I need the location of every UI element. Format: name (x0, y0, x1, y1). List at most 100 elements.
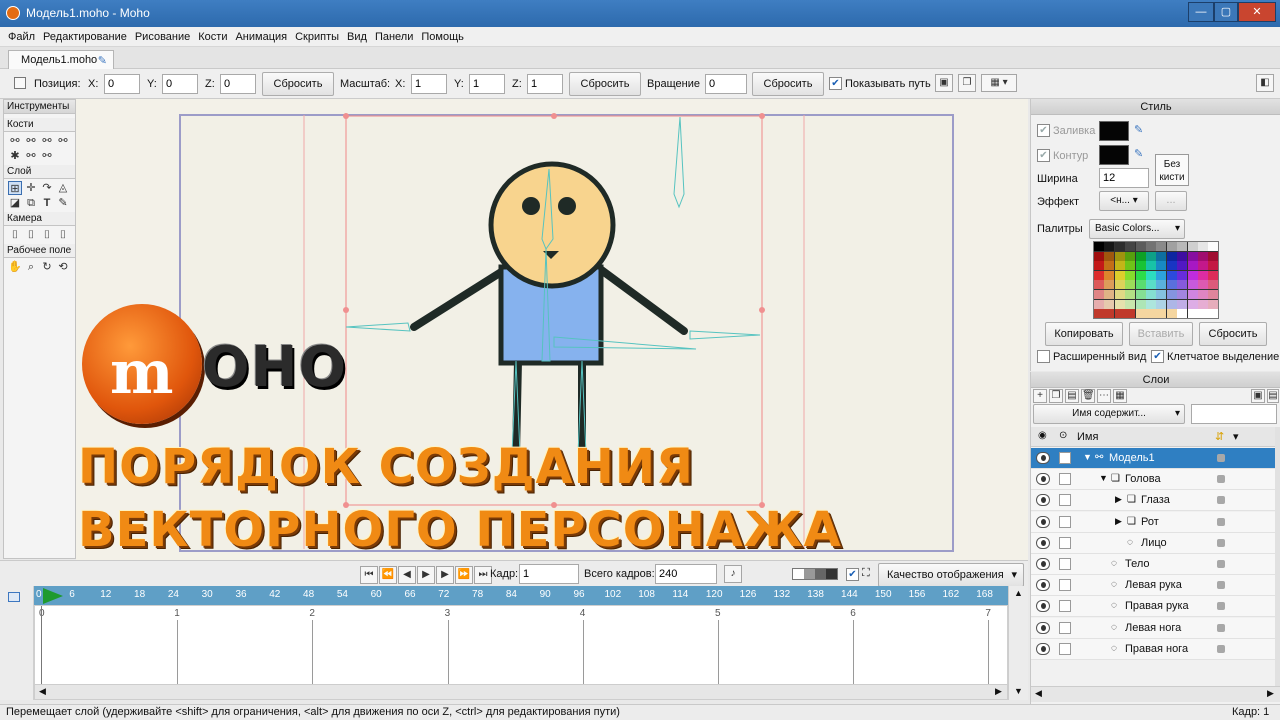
display-quality-dropdown[interactable]: Качество отображения ▾ (878, 563, 1024, 587)
play-icon[interactable]: ▶ (417, 566, 435, 584)
palette-swatch[interactable] (1125, 290, 1136, 299)
menu-item[interactable]: Панели (371, 28, 417, 46)
onion-skin-icon[interactable] (792, 568, 838, 580)
menu-item[interactable]: Редактирование (39, 28, 131, 46)
palette-swatch[interactable] (1104, 270, 1115, 280)
palette-swatch[interactable] (1177, 242, 1188, 251)
layer-row[interactable]: ▼ ⚯ Модель1 (1031, 448, 1275, 469)
palette-swatch[interactable] (1198, 261, 1208, 271)
palette-swatch[interactable] (1166, 242, 1177, 251)
layer-panel-options-icon[interactable]: ▤ (1267, 389, 1279, 403)
eye-icon[interactable] (1036, 558, 1050, 570)
channel-toggle-icon[interactable] (8, 592, 20, 602)
palette-swatch[interactable] (1104, 261, 1115, 271)
layer-skew-icon[interactable]: ⧉ (24, 196, 38, 210)
palette-swatch[interactable] (1208, 290, 1219, 299)
layer-lock-checkbox[interactable] (1059, 536, 1071, 549)
palette-swatch[interactable] (1135, 242, 1146, 251)
advanced-view-checkbox[interactable] (1037, 350, 1050, 363)
palette-swatch[interactable] (1187, 309, 1198, 319)
reset-rotation-button[interactable]: Сбросить (752, 72, 824, 96)
palette-swatch[interactable] (1114, 280, 1125, 290)
bbox-handle[interactable] (551, 113, 557, 119)
layer-panel-menu-icon[interactable]: ▣ (1251, 389, 1265, 403)
layer-lock-checkbox[interactable] (1059, 515, 1071, 528)
timeline-ruler[interactable]: 0 6 12 18 24 30 36 42 48 54 60 66 72 78 84 90 96 102 108 1… (34, 586, 1008, 605)
paste-color-button[interactable]: Вставить (1129, 322, 1193, 346)
palette-swatch[interactable] (1198, 270, 1208, 280)
layer-color-tag[interactable] (1217, 538, 1225, 547)
layer-color-tag[interactable] (1217, 475, 1225, 484)
palette-swatch[interactable] (1125, 242, 1136, 251)
palette-swatch[interactable] (1125, 299, 1136, 309)
prev-key-icon[interactable]: ⏪ (379, 566, 397, 584)
palette-swatch[interactable] (1135, 280, 1146, 290)
copy-color-button[interactable]: Копировать (1045, 322, 1123, 346)
layer-lock-checkbox[interactable] (1059, 600, 1071, 613)
menu-item[interactable]: Файл (4, 28, 39, 46)
menu-item[interactable]: Вид (343, 28, 371, 46)
layer-lock-checkbox[interactable] (1059, 579, 1071, 592)
palette-swatch[interactable] (1114, 270, 1125, 280)
layer-row[interactable]: ◌ Правая рука (1031, 596, 1275, 618)
scroll-up-icon[interactable]: ▲ (1014, 588, 1023, 598)
palette-swatch[interactable] (1114, 261, 1125, 271)
palette-swatch[interactable] (1094, 270, 1104, 280)
total-frames-input[interactable] (655, 564, 717, 584)
layer-row[interactable]: ◌ Тело (1031, 554, 1275, 575)
palette-swatch[interactable] (1146, 251, 1156, 261)
palette-swatch[interactable] (1166, 299, 1177, 309)
palette-swatch[interactable] (1156, 261, 1167, 271)
stroke-checkbox[interactable]: ✔ (1037, 149, 1050, 162)
layer-lock-checkbox[interactable] (1059, 642, 1071, 655)
palette-swatch[interactable] (1198, 242, 1208, 251)
visibility-column-icon[interactable]: ◉ (1038, 430, 1047, 441)
palette-swatch[interactable] (1208, 270, 1219, 280)
fill-checkbox[interactable]: ✔ (1037, 124, 1050, 137)
palette-swatch[interactable] (1166, 280, 1177, 290)
palette-swatch[interactable] (1208, 299, 1219, 309)
next-frame-icon[interactable]: ▶ (436, 566, 454, 584)
eye-icon[interactable] (1036, 473, 1050, 486)
palette-swatch[interactable] (1114, 299, 1125, 309)
layer-translate-icon[interactable]: ✛ (24, 181, 38, 195)
layer-row[interactable]: ▼ ❏ Голова (1031, 469, 1275, 491)
palette-swatch[interactable] (1104, 242, 1115, 251)
palette-swatch[interactable] (1198, 280, 1208, 290)
stroke-color-swatch[interactable] (1099, 145, 1129, 165)
palette-swatch[interactable] (1198, 309, 1208, 319)
bone-rotate-icon[interactable]: ⚯ (56, 134, 70, 148)
palette-swatch[interactable] (1187, 242, 1198, 251)
palette-swatch[interactable] (1198, 251, 1208, 261)
palette-swatch[interactable] (1187, 280, 1198, 290)
stroke-picker-icon[interactable]: ✎ (1134, 147, 1143, 160)
quality-checkbox[interactable]: ✔ (846, 568, 859, 581)
layer-copy-icon[interactable]: ❐ (958, 74, 976, 92)
layer-row[interactable]: ◌ Левая нога (1031, 617, 1275, 639)
layer-option-icon[interactable]: ▣ (935, 74, 953, 92)
layer-color-tag[interactable] (1217, 581, 1225, 590)
next-key-icon[interactable]: ⏩ (455, 566, 473, 584)
palette-swatch[interactable] (1094, 251, 1104, 261)
palette-swatch[interactable] (1135, 290, 1146, 299)
scale-y-input[interactable] (469, 74, 505, 94)
layer-row[interactable]: ▶ ❏ Глаза (1031, 490, 1275, 512)
palette-swatch[interactable] (1146, 261, 1156, 271)
palette-swatch[interactable] (1094, 280, 1104, 290)
palette-swatch[interactable] (1094, 309, 1104, 319)
layer-lock-checkbox[interactable] (1059, 452, 1071, 464)
bbox-handle[interactable] (343, 113, 349, 119)
palette-swatch[interactable] (1094, 261, 1104, 271)
layer-row[interactable]: ▶ ❏ Рот (1031, 511, 1275, 533)
palette-swatch[interactable] (1156, 251, 1167, 261)
timeline-horizontal-scrollbar[interactable]: ◀ ▶ (34, 684, 1008, 700)
rotate-view-icon[interactable]: ↻ (40, 260, 54, 274)
palette-swatch[interactable] (1135, 251, 1146, 261)
camera-pan-icon[interactable]: ⌷ (56, 228, 70, 242)
layer-rotate-icon[interactable]: ↷ (40, 181, 54, 195)
canvas[interactable]: m OHO ПОРЯДОК СОЗДАНИЯ ВЕКТОРНОГО ПЕРСОН… (76, 99, 1028, 560)
menu-item[interactable]: Помощь (417, 28, 468, 46)
eyedropper-icon[interactable]: ✎ (56, 196, 70, 210)
frame-input[interactable] (519, 564, 579, 584)
effect-dropdown[interactable]: <н... ▾ (1099, 191, 1149, 211)
